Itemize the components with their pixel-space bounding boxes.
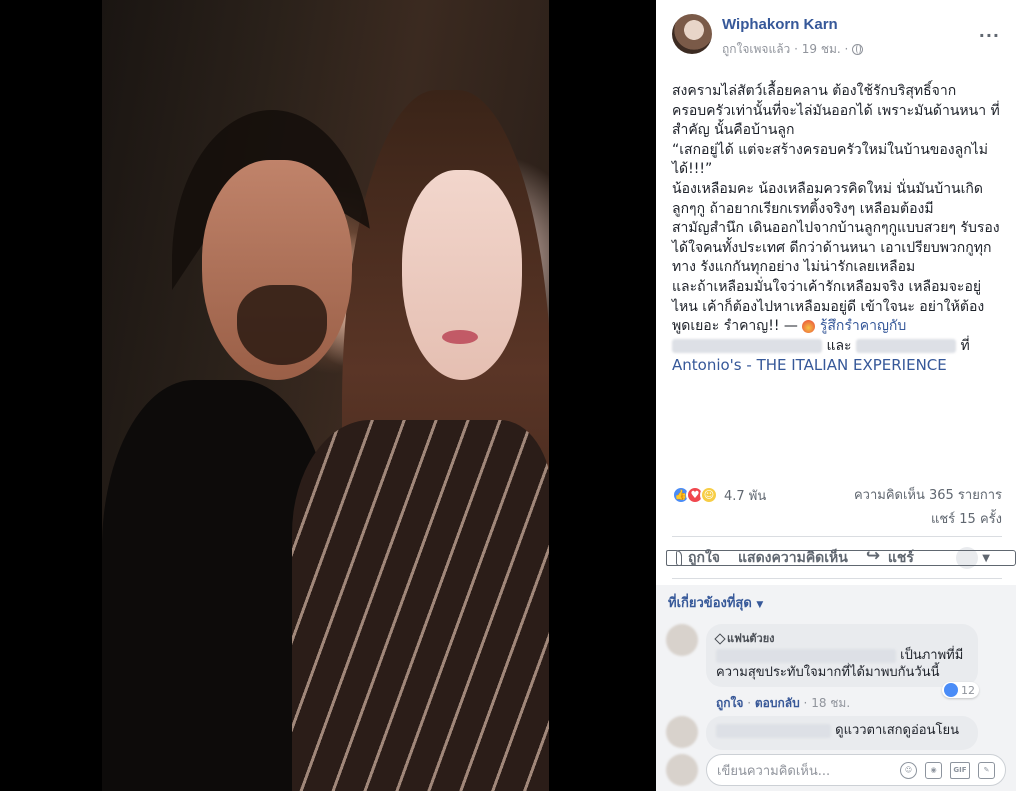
place-link[interactable]: Antonio's - THE ITALIAN EXPERIENCE xyxy=(672,356,947,374)
comment-reply-link[interactable]: ตอบกลับ xyxy=(755,696,800,710)
reaction-icons: 👍 ♥ ☺ xyxy=(672,486,718,504)
sticker-icon[interactable]: ✎ xyxy=(978,762,995,779)
comment-text: ดูแววตาเสกดูอ่อนโยน xyxy=(835,723,959,738)
reactions-bar[interactable]: 👍 ♥ ☺ 4.7 พัน ความคิดเห็น 365 รายการ xyxy=(672,484,1002,506)
author-avatar[interactable] xyxy=(672,14,712,54)
post-meta-text[interactable]: ถูกใจเพจแล้ว · 19 ชม. · xyxy=(722,40,848,59)
comment-sort-label: ที่เกี่ยวข้องที่สุด xyxy=(668,596,752,611)
comment-input-placeholder: เขียนความคิดเห็น... xyxy=(717,763,831,779)
like-reaction-icon xyxy=(944,683,958,697)
comment-text: เป็นภาพที่มี xyxy=(716,647,968,664)
photo-detail xyxy=(402,170,522,380)
comment-input[interactable]: เขียนความคิดเห็น... ☺ ◉ GIF ✎ xyxy=(706,754,1006,786)
commenter-avatar[interactable] xyxy=(666,716,698,748)
and-text: และ xyxy=(826,337,852,354)
comment-reactions[interactable]: 12 xyxy=(942,682,979,698)
camera-icon[interactable]: ◉ xyxy=(925,762,942,779)
divider xyxy=(672,578,1002,579)
globe-icon xyxy=(852,44,864,55)
comment-bubble: แฟนตัวยง เป็นภาพที่มี ความสุขประทับใจมาก… xyxy=(706,624,978,687)
current-user-avatar xyxy=(666,754,698,786)
gif-icon[interactable]: GIF xyxy=(950,762,970,779)
emoji-icon[interactable]: ☺ xyxy=(900,762,917,779)
post-meta: ถูกใจเพจแล้ว · 19 ชม. · xyxy=(722,40,864,59)
caret-down-icon: ▼ xyxy=(756,600,764,610)
photo-detail xyxy=(292,420,549,791)
post-paragraph: สงครามไล่สัตว์เลื้อยคลาน ต้องใช้รักบริสุ… xyxy=(672,83,1000,139)
comment-meta: ถูกใจ · ตอบกลับ · 18 ชม. xyxy=(716,696,851,710)
diamond-icon xyxy=(714,632,726,645)
comment-sort-dropdown[interactable]: ที่เกี่ยวข้องที่สุด ▼ xyxy=(668,592,763,613)
divider xyxy=(672,536,1002,537)
comment-like-link[interactable]: ถูกใจ xyxy=(716,696,743,710)
comment-button[interactable]: แสดงความคิดเห็น xyxy=(676,547,1016,569)
comment-item: ดูแววตาเสกดูอ่อนโยน xyxy=(666,716,1006,752)
author-name[interactable]: Wiphakorn Karn xyxy=(722,16,838,33)
comment-icon xyxy=(676,550,1016,566)
share-icon xyxy=(866,546,882,566)
comment-item: แฟนตัวยง เป็นภาพที่มี ความสุขประทับใจมาก… xyxy=(666,624,1006,714)
photo-detail xyxy=(237,285,327,365)
comment-reaction-count: 12 xyxy=(961,683,975,697)
comment-time[interactable]: 18 ชม. xyxy=(811,696,850,710)
feeling-link[interactable]: รู้สึกรำคาญกับ xyxy=(820,318,906,334)
comment-tools: ☺ ◉ GIF ✎ xyxy=(900,762,995,779)
more-options-icon[interactable]: ··· xyxy=(979,26,1000,45)
commenter-name-blurred[interactable] xyxy=(716,648,896,663)
shares-count[interactable]: แชร์ 15 ครั้ง xyxy=(672,508,1002,529)
top-fan-badge: แฟนตัวยง xyxy=(714,630,968,647)
post-side-panel: Wiphakorn Karn ถูกใจเพจแล้ว · 19 ชม. · ·… xyxy=(656,0,1016,791)
commenter-avatar[interactable] xyxy=(666,624,698,656)
post-actions: ถูกใจ แสดงความคิดเห็น แชร์ ▼ xyxy=(666,542,1016,574)
post-photo[interactable] xyxy=(102,0,549,791)
reactions-count[interactable]: 4.7 พัน xyxy=(724,485,766,506)
comments-count[interactable]: ความคิดเห็น 365 รายการ xyxy=(854,484,1002,505)
at-text: ที่ xyxy=(960,337,970,354)
post-body: สงครามไล่สัตว์เลื้อยคลาน ต้องใช้รักบริสุ… xyxy=(672,82,1002,377)
tagged-person-blurred[interactable] xyxy=(856,338,957,353)
post-paragraph: และถ้าเหลือมมั่นใจว่าเค้ารักเหลือมจริง เ… xyxy=(672,278,1002,377)
comment-text-part: เป็นภาพที่มี xyxy=(900,648,964,663)
post-paragraph: “เสกอยู่ได้ แต่จะสร้างครอบครัวใหม่ในบ้าน… xyxy=(672,141,988,178)
top-fan-label: แฟนตัวยง xyxy=(727,632,775,645)
commenter-name-blurred[interactable] xyxy=(716,723,831,738)
write-comment-box: เขียนความคิดเห็น... ☺ ◉ GIF ✎ xyxy=(666,754,1006,786)
post-header: Wiphakorn Karn ถูกใจเพจแล้ว · 19 ชม. · ·… xyxy=(672,14,1016,64)
comment-text-line: ความสุขประทับใจมากที่ได้มาพบกันวันนี้ xyxy=(716,665,940,680)
photo-detail xyxy=(442,330,478,344)
comment-bubble: ดูแววตาเสกดูอ่อนโยน xyxy=(706,716,978,750)
haha-reaction-icon: ☺ xyxy=(700,486,718,504)
photo-viewer xyxy=(0,0,656,791)
angry-emoji-icon xyxy=(802,319,816,333)
post-paragraph: น้องเหลือมคะ น้องเหลือมควรคิดใหม่ นั่นมั… xyxy=(672,180,1000,276)
tagged-person-blurred[interactable] xyxy=(672,338,822,353)
